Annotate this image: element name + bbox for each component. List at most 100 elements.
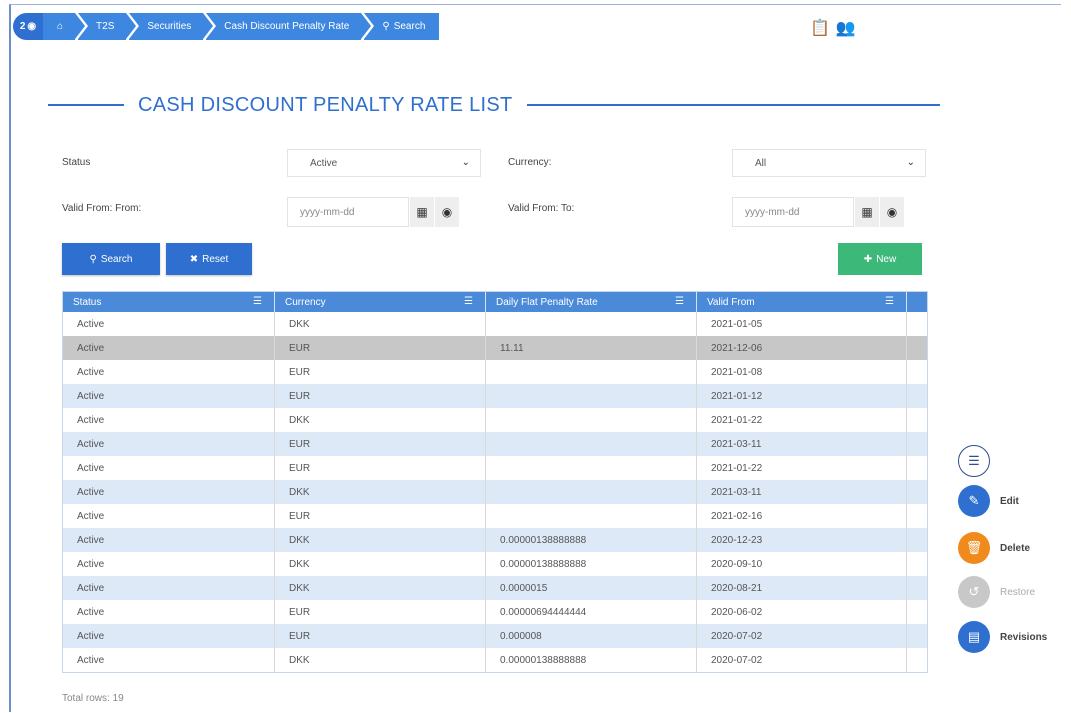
- table-cell-spacer: [907, 480, 925, 504]
- table-cell-spacer: [907, 552, 925, 576]
- plus-icon: ✚: [863, 253, 873, 265]
- restore-action[interactable]: ↺ Restore: [958, 576, 1035, 608]
- table-row[interactable]: Active DKK 0.00000138888888 2020-07-02: [63, 648, 927, 672]
- table-cell: Active: [63, 528, 275, 552]
- home-icon: ⌂: [57, 21, 64, 32]
- table-cell: DKK: [275, 408, 486, 432]
- table-cell-spacer: [907, 624, 925, 648]
- table-row[interactable]: Active DKK 2021-01-22: [63, 408, 927, 432]
- table-row[interactable]: Active DKK 0.0000015 2020-08-21: [63, 576, 927, 600]
- new-button[interactable]: ✚ New: [838, 243, 922, 275]
- table-row[interactable]: Active EUR 2021-02-16: [63, 504, 927, 528]
- table-row[interactable]: Active EUR 0.00000694444444 2020-06-02: [63, 600, 927, 624]
- table-cell: 0.0000015: [486, 576, 697, 600]
- table-cell: 0.00000694444444: [486, 600, 697, 624]
- edit-action[interactable]: ✎ Edit: [958, 485, 1019, 517]
- valid-from-from-date: yyyy-mm-dd ▦ ◉: [287, 197, 459, 227]
- table-cell: 0.000008: [486, 624, 697, 648]
- document-icon[interactable]: ▤: [958, 621, 990, 653]
- table-row[interactable]: Active EUR 2021-01-08: [63, 360, 927, 384]
- table-row[interactable]: Active EUR 2021-01-12: [63, 384, 927, 408]
- table-row[interactable]: Active DKK 0.00000138888888 2020-09-10: [63, 552, 927, 576]
- table-cell: DKK: [275, 312, 486, 336]
- settings-icon[interactable]: ◉: [435, 197, 459, 227]
- total-rows: Total rows: 19: [62, 693, 124, 704]
- table-cell: 0.00000138888888: [486, 552, 697, 576]
- calendar-icon[interactable]: ▦: [855, 197, 879, 227]
- details-action[interactable]: ☰: [958, 445, 990, 477]
- reset-button[interactable]: ✖ Reset: [166, 243, 252, 275]
- table-cell-spacer: [907, 336, 925, 360]
- calendar-icon[interactable]: ▦: [410, 197, 434, 227]
- valid-from-to-date: yyyy-mm-dd ▦ ◉: [732, 197, 904, 227]
- favorites-toggle[interactable]: 2 ◉: [13, 13, 43, 40]
- column-header-valid-from[interactable]: Valid From ☰: [697, 292, 907, 312]
- column-header-daily-flat-penalty-rate[interactable]: Daily Flat Penalty Rate ☰: [486, 292, 697, 312]
- table-cell: Active: [63, 576, 275, 600]
- table-row[interactable]: Active EUR 0.000008 2020-07-02: [63, 624, 927, 648]
- edit-label: Edit: [1000, 495, 1019, 507]
- delete-action[interactable]: 🗑 Delete: [958, 532, 1030, 564]
- currency-label: Currency:: [508, 157, 552, 168]
- table-cell: Active: [63, 480, 275, 504]
- search-button[interactable]: ⚲ Search: [62, 243, 160, 275]
- table-cell-spacer: [907, 600, 925, 624]
- valid-from-to-input[interactable]: yyyy-mm-dd: [732, 197, 854, 227]
- currency-select[interactable]: All ⌄: [732, 149, 926, 177]
- column-menu-icon[interactable]: ☰: [885, 296, 894, 307]
- table-cell: Active: [63, 552, 275, 576]
- breadcrumb-cash-discount-penalty-rate[interactable]: Cash Discount Penalty Rate: [206, 13, 372, 40]
- table-cell: 2021-12-06: [697, 336, 907, 360]
- table-cell: [486, 432, 697, 456]
- title-line-left: [48, 104, 124, 106]
- table-cell-spacer: [907, 312, 925, 336]
- table-cell: Active: [63, 624, 275, 648]
- table-cell: Active: [63, 648, 275, 672]
- table-cell: Active: [63, 312, 275, 336]
- breadcrumb-search[interactable]: ⚲ Search: [364, 13, 440, 40]
- title-line-right: [526, 104, 940, 106]
- table-cell-spacer: [907, 648, 925, 672]
- search-icon: ⚲: [89, 253, 97, 265]
- table-cell: Active: [63, 384, 275, 408]
- table-row[interactable]: Active EUR 2021-01-22: [63, 456, 927, 480]
- table-cell: Active: [63, 360, 275, 384]
- revisions-action[interactable]: ▤ Revisions: [958, 621, 1047, 653]
- clipboard-icon[interactable]: 📋: [810, 18, 830, 38]
- table-row[interactable]: Active EUR 11.11 2021-12-06: [63, 336, 927, 360]
- valid-from-from-input[interactable]: yyyy-mm-dd: [287, 197, 409, 227]
- column-menu-icon[interactable]: ☰: [675, 296, 684, 307]
- restore-icon[interactable]: ↺: [958, 576, 990, 608]
- breadcrumb: 2 ◉ ⌂ T2S Securities Cash Discount Penal…: [13, 13, 442, 40]
- revisions-label: Revisions: [1000, 631, 1048, 643]
- table-cell: [486, 384, 697, 408]
- list-icon[interactable]: ☰: [958, 445, 990, 477]
- search-icon: ⚲: [382, 21, 390, 32]
- table-cell: 2021-03-11: [697, 432, 907, 456]
- table-cell: [486, 480, 697, 504]
- breadcrumb-t2s[interactable]: T2S: [78, 13, 137, 40]
- table-cell: Active: [63, 432, 275, 456]
- column-header-status[interactable]: Status ☰: [63, 292, 275, 312]
- breadcrumb-home[interactable]: ⌂: [43, 13, 86, 40]
- trash-icon[interactable]: 🗑: [958, 532, 990, 564]
- table-cell: 2021-01-05: [697, 312, 907, 336]
- valid-from-to-label: Valid From: To:: [508, 203, 575, 214]
- table-row[interactable]: Active DKK 0.00000138888888 2020-12-23: [63, 528, 927, 552]
- status-select[interactable]: Active ⌄: [287, 149, 481, 177]
- table-cell-spacer: [907, 456, 925, 480]
- table-cell: DKK: [275, 552, 486, 576]
- users-icon[interactable]: 👥: [836, 18, 856, 38]
- table-row[interactable]: Active DKK 2021-01-05: [63, 312, 927, 336]
- column-menu-icon[interactable]: ☰: [464, 296, 473, 307]
- column-header-currency[interactable]: Currency ☰: [275, 292, 486, 312]
- table-row[interactable]: Active DKK 2021-03-11: [63, 480, 927, 504]
- settings-icon[interactable]: ◉: [880, 197, 904, 227]
- table-cell: [486, 504, 697, 528]
- table-row[interactable]: Active EUR 2021-03-11: [63, 432, 927, 456]
- table-cell-spacer: [907, 528, 925, 552]
- edit-icon[interactable]: ✎: [958, 485, 990, 517]
- table-cell: [486, 312, 697, 336]
- breadcrumb-securities[interactable]: Securities: [129, 13, 214, 40]
- column-menu-icon[interactable]: ☰: [253, 296, 262, 307]
